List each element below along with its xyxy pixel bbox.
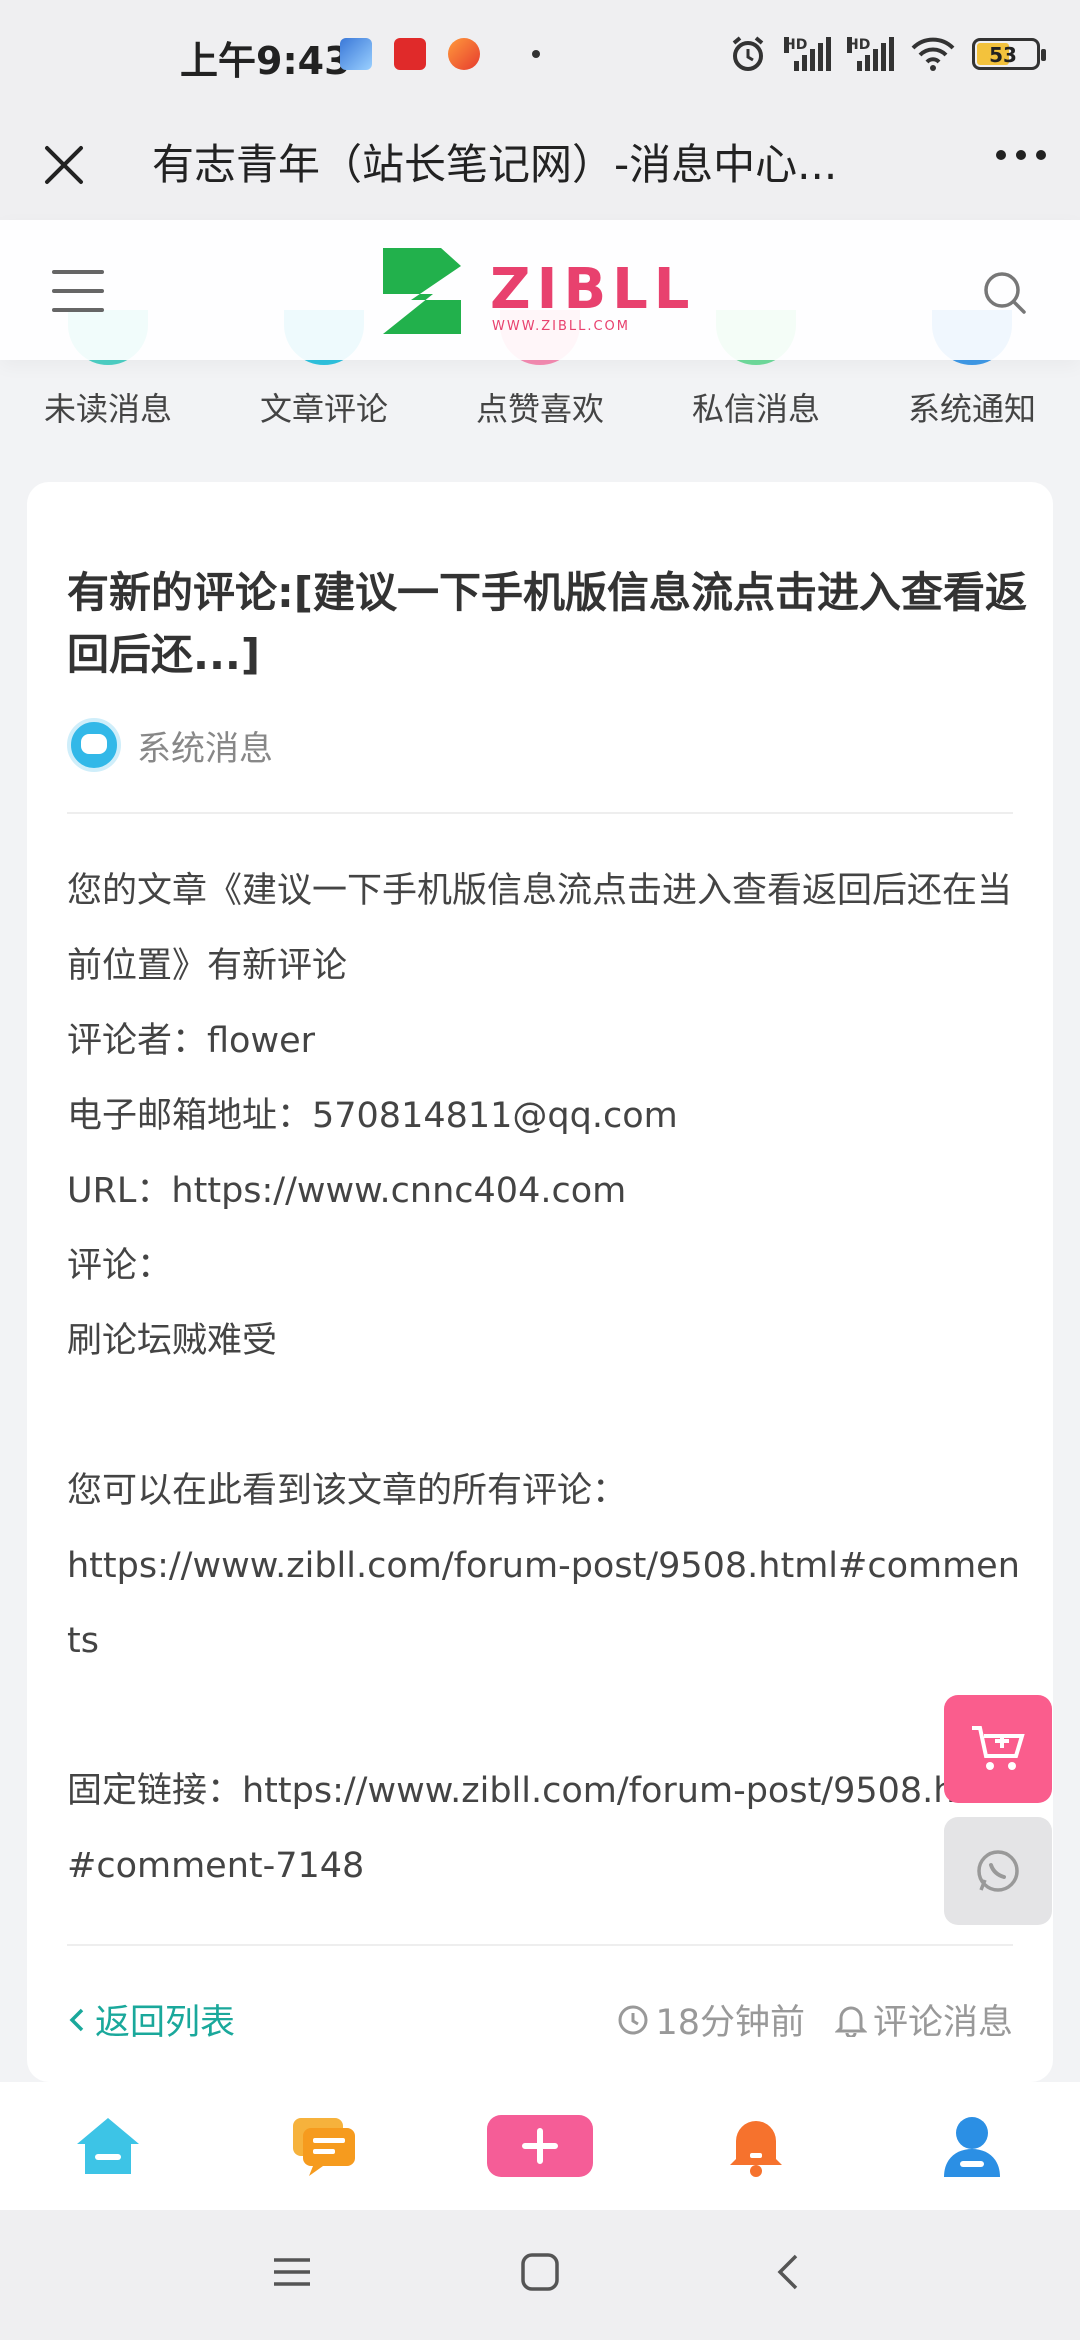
body-line: 刷论坛贼难受 xyxy=(67,1321,278,1361)
home-icon xyxy=(77,2118,139,2174)
more-notifications-dot xyxy=(532,50,540,58)
message-sender: 系统消息 xyxy=(67,718,273,772)
comments-link[interactable]: https://www.zibll.com/forum-post/9508.ht… xyxy=(67,1529,1027,1679)
body-line: 电子邮箱地址：570814811@qq.com xyxy=(67,1096,678,1136)
message-title: 有新的评论:[建议一下手机版信息流点击进入查看返回后还...] xyxy=(67,568,1027,679)
status-time: 上午9:43 xyxy=(180,39,351,83)
signal-1-icon: HD xyxy=(784,37,831,71)
tab-notifications[interactable] xyxy=(648,2082,864,2210)
body-line: 评论者：flower xyxy=(67,1021,316,1061)
bell-icon xyxy=(730,2121,782,2177)
body-line: 评论： xyxy=(67,1246,173,1286)
bell-icon xyxy=(834,2006,867,2037)
shopping-cart-button[interactable] xyxy=(944,1695,1052,1803)
toutiao-notification-icon xyxy=(394,38,426,70)
close-icon[interactable] xyxy=(30,130,100,200)
home-button-icon[interactable] xyxy=(518,2250,562,2294)
battery-icon: 53 xyxy=(972,38,1046,70)
logo-subtext: WWW.ZIBLL.COM xyxy=(492,319,630,334)
divider xyxy=(67,1944,1013,1946)
status-indicators: HD HD 53 xyxy=(728,34,1046,74)
search-icon[interactable] xyxy=(982,270,1028,316)
add-icon xyxy=(487,2115,593,2177)
app-notification-icon xyxy=(340,38,372,70)
cart-icon xyxy=(972,1726,1025,1770)
logo-text: ZIBLL xyxy=(490,257,696,322)
body-line xyxy=(67,1379,1027,1454)
message-body: 您的文章《建议一下手机版信息流点击进入查看返回后还在当前位置》有新评论 评论者：… xyxy=(67,854,1027,1904)
sender-label: 系统消息 xyxy=(137,728,273,769)
body-line: 您可以在此看到该文章的所有评论： xyxy=(67,1471,628,1511)
site-logo[interactable]: ZIBLL WWW.ZIBLL.COM xyxy=(380,240,710,340)
system-navigation-bar xyxy=(0,2210,1080,2340)
chat-button[interactable] xyxy=(944,1817,1052,1925)
message-time: 18分钟前 xyxy=(617,1994,805,2045)
bottom-tab-bar xyxy=(0,2082,1080,2210)
divider xyxy=(67,812,1013,814)
recent-apps-icon[interactable] xyxy=(270,2250,314,2294)
chat-icon xyxy=(977,1850,1019,1892)
user-icon xyxy=(944,2117,1000,2177)
notification-icons xyxy=(340,38,540,70)
permalink[interactable]: 固定链接：https://www.zibll.com/forum-post/95… xyxy=(67,1754,1027,1904)
tab-posts[interactable] xyxy=(216,2082,432,2210)
site-header: ZIBLL WWW.ZIBLL.COM xyxy=(0,220,1080,360)
message-meta: 18分钟前 评论消息 xyxy=(617,1994,1013,2045)
chevron-left-icon xyxy=(69,2008,84,2031)
tab-profile[interactable] xyxy=(864,2082,1080,2210)
status-bar: 上午9:43 HD HD 53 xyxy=(0,0,1080,110)
page-title: 有志青年（站长笔记网）-消息中心... xyxy=(152,140,838,189)
tab-create[interactable] xyxy=(432,2082,648,2210)
message-card: 有新的评论:[建议一下手机版信息流点击进入查看返回后还...] 系统消息 您的文… xyxy=(27,482,1053,2082)
wifi-icon xyxy=(911,37,955,71)
menu-icon[interactable] xyxy=(52,270,104,312)
more-menu-icon[interactable] xyxy=(996,150,1046,160)
back-button-icon[interactable] xyxy=(768,2250,812,2294)
clock-icon xyxy=(618,2005,648,2034)
tab-home[interactable] xyxy=(0,2082,216,2210)
alarm-icon xyxy=(732,36,764,71)
system-message-icon xyxy=(67,718,121,772)
body-line xyxy=(67,1679,1027,1754)
back-to-list-link[interactable]: 返回列表 xyxy=(67,1994,235,2045)
body-line: 您的文章《建议一下手机版信息流点击进入查看返回后还在当前位置》有新评论 xyxy=(67,871,1013,986)
message-icon xyxy=(293,2118,355,2176)
body-line: URL：https://www.cnnc404.com xyxy=(67,1171,627,1211)
browser-titlebar: 有志青年（站长笔记网）-消息中心... xyxy=(0,110,1080,220)
app-notification-icon xyxy=(448,38,480,70)
message-type: 评论消息 xyxy=(834,1994,1013,2045)
signal-2-icon: HD xyxy=(847,37,894,71)
